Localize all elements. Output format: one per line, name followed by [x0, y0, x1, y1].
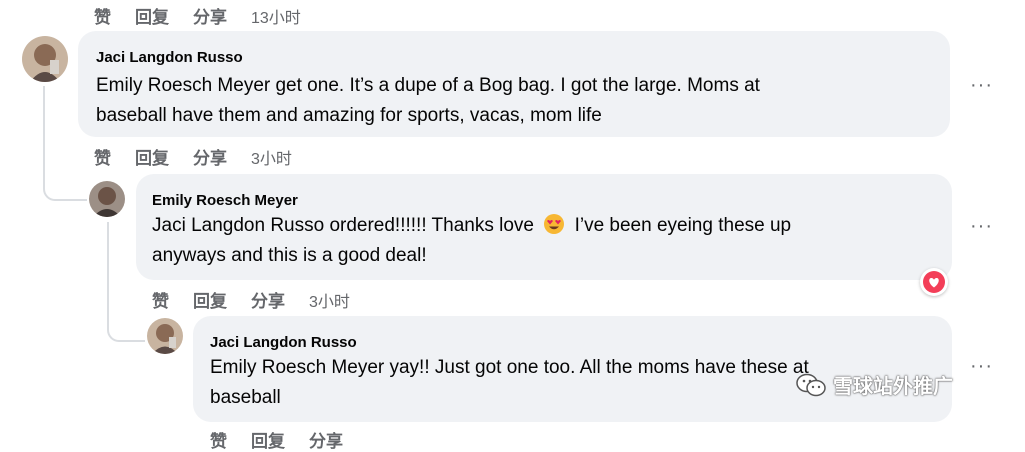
comment-action-row-partial: 赞 回复 分享	[210, 427, 367, 452]
like-button[interactable]: 赞	[94, 3, 111, 28]
more-options-icon[interactable]: ···	[970, 355, 993, 378]
avatar[interactable]	[22, 36, 68, 82]
share-button[interactable]: 分享	[193, 3, 227, 28]
thread-connector	[107, 310, 145, 342]
reply-button[interactable]: 回复	[193, 287, 227, 312]
comment-bubble: Jaci Langdon Russo Emily Roesch Meyer ya…	[193, 316, 952, 422]
heart-eyes-emoji-icon	[544, 214, 565, 234]
comment-line-part: I’ve been eyeing these up	[574, 215, 792, 236]
reply-button[interactable]: 回复	[251, 427, 285, 452]
avatar[interactable]	[147, 318, 183, 354]
thread-line	[107, 222, 109, 318]
love-reaction-icon[interactable]	[920, 268, 948, 296]
comment-text: Emily Roesch Meyer get one. It’s a dupe …	[96, 71, 760, 131]
comment-text: Jaci Langdon Russo ordered!!!!!! Thanks …	[152, 211, 791, 271]
comment-author[interactable]: Jaci Langdon Russo	[96, 49, 243, 66]
timestamp[interactable]: 3小时	[251, 145, 292, 169]
thread-line	[43, 86, 45, 174]
share-button[interactable]: 分享	[309, 427, 343, 452]
comment-author[interactable]: Emily Roesch Meyer	[152, 192, 298, 209]
watermark: 雪球站外推广	[795, 370, 953, 399]
comment-line: baseball	[210, 387, 281, 408]
comment-bubble: Emily Roesch Meyer Jaci Langdon Russo or…	[136, 174, 952, 280]
avatar-photo	[89, 181, 125, 217]
reply-button[interactable]: 回复	[135, 3, 169, 28]
wechat-logo-icon	[796, 373, 826, 396]
like-button[interactable]: 赞	[94, 144, 111, 169]
timestamp[interactable]: 3小时	[309, 288, 350, 312]
timestamp[interactable]: 13小时	[251, 4, 301, 28]
like-button[interactable]: 赞	[210, 427, 227, 452]
like-button[interactable]: 赞	[152, 287, 169, 312]
share-button[interactable]: 分享	[251, 287, 285, 312]
comment-line-part: Jaci Langdon Russo ordered!!!!!! Thanks …	[152, 215, 534, 236]
comment-text: Emily Roesch Meyer yay!! Just got one to…	[210, 353, 809, 413]
top-action-row: 赞 回复 分享 13小时	[94, 3, 301, 28]
comment-line: baseball have them and amazing for sport…	[96, 105, 602, 126]
avatar[interactable]	[89, 181, 125, 217]
comment-action-row: 赞 回复 分享 3小时	[94, 144, 292, 169]
avatar-photo	[22, 36, 68, 82]
thread-connector	[43, 165, 87, 201]
more-options-icon[interactable]: ···	[970, 215, 993, 238]
more-options-icon[interactable]: ···	[970, 74, 993, 97]
share-button[interactable]: 分享	[193, 144, 227, 169]
comment-line: Jaci Langdon Russo ordered!!!!!! Thanks …	[152, 211, 791, 241]
comment-line: Emily Roesch Meyer yay!! Just got one to…	[210, 357, 809, 378]
reply-button[interactable]: 回复	[135, 144, 169, 169]
avatar-photo	[147, 318, 183, 354]
comment-bubble: Jaci Langdon Russo Emily Roesch Meyer ge…	[78, 31, 950, 137]
comment-action-row: 赞 回复 分享 3小时	[152, 287, 350, 312]
comment-author[interactable]: Jaci Langdon Russo	[210, 334, 357, 351]
comment-line: Emily Roesch Meyer get one. It’s a dupe …	[96, 75, 760, 96]
comment-line: anyways and this is a good deal!	[152, 245, 427, 266]
watermark-text: 雪球站外推广	[833, 376, 953, 398]
